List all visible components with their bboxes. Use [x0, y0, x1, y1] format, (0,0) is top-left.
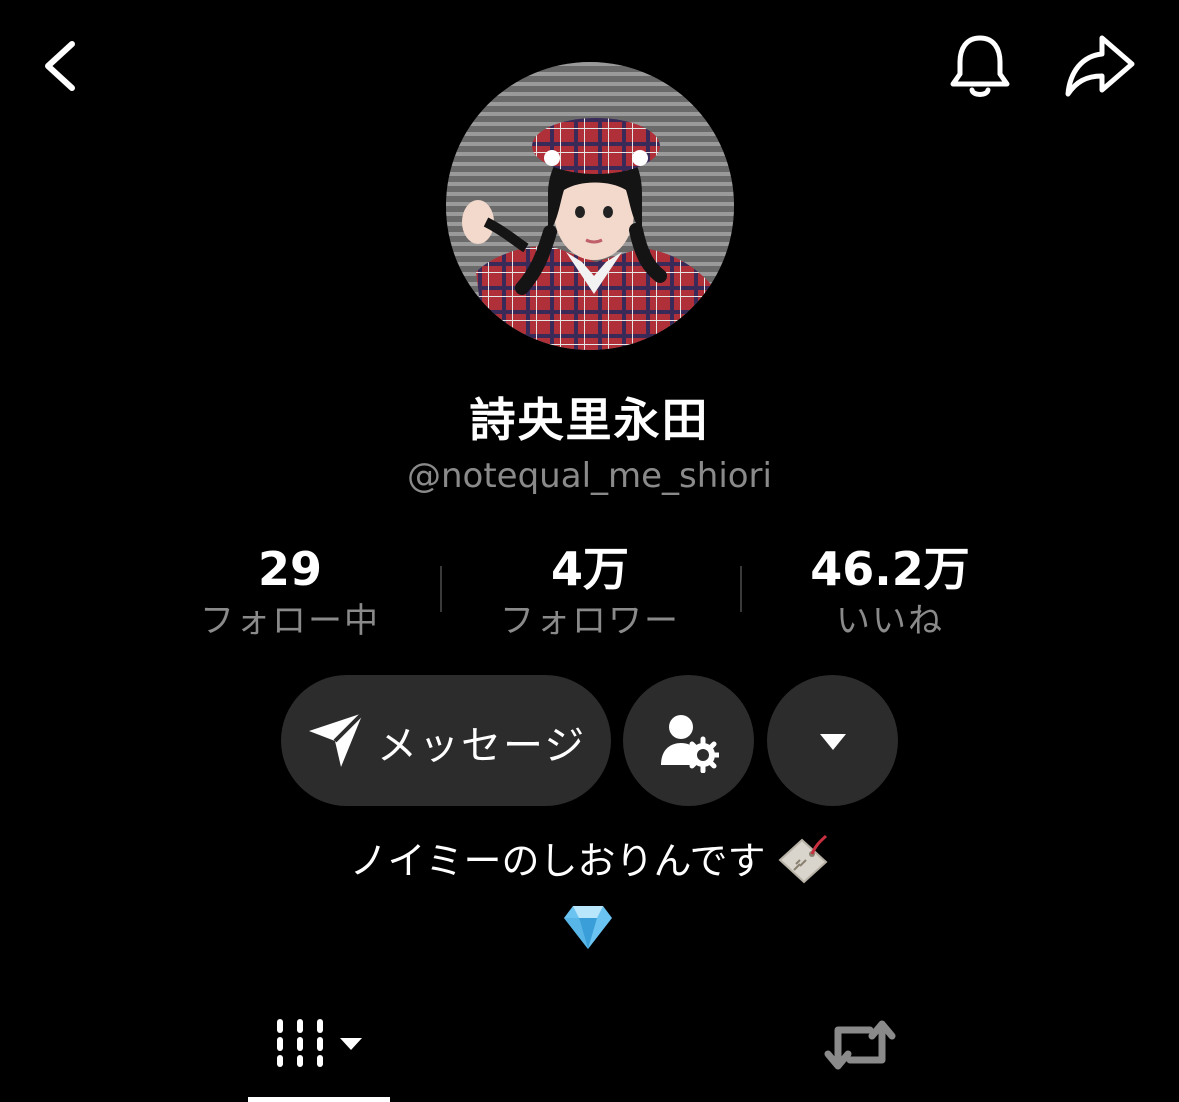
- bio: ノイミーのしおりんです: [0, 830, 1179, 885]
- username[interactable]: @notequal_me_shiori: [0, 456, 1179, 496]
- repost-icon: [824, 1020, 896, 1070]
- stat-followers[interactable]: 4万 フォロワー: [440, 540, 740, 644]
- send-icon: [309, 711, 365, 767]
- stat-likes[interactable]: 46.2万 いいね: [740, 540, 1040, 644]
- message-button[interactable]: メッセージ: [281, 675, 611, 806]
- bell-icon: [950, 35, 1010, 97]
- follow-settings-button[interactable]: [623, 675, 754, 806]
- share-arrow-icon: [1065, 35, 1135, 97]
- followers-count: 4万: [550, 542, 629, 596]
- likes-label: いいね: [836, 601, 944, 641]
- active-tab-indicator: [248, 1097, 390, 1102]
- tab-videos[interactable]: [248, 1000, 390, 1102]
- grid-bars-icon: [277, 1019, 362, 1067]
- notification-bell-button[interactable]: [944, 30, 1016, 102]
- bio-text: ノイミーのしおりんです: [349, 839, 766, 883]
- following-label: フォロー中: [200, 601, 380, 641]
- back-button[interactable]: [36, 36, 92, 96]
- stat-following[interactable]: 29 フォロー中: [140, 540, 440, 644]
- more-options-button[interactable]: [767, 675, 898, 806]
- display-name: 詩央里永田: [469, 393, 710, 447]
- avatar[interactable]: [446, 62, 734, 350]
- avatar-image: [446, 62, 734, 350]
- following-count: 29: [257, 542, 322, 596]
- tab-reposts[interactable]: [810, 1000, 910, 1090]
- caret-down-icon: [820, 734, 846, 750]
- diamond-emoji: [564, 906, 612, 949]
- share-button[interactable]: [1062, 30, 1138, 102]
- message-button-label: メッセージ: [377, 723, 587, 769]
- chevron-left-icon: [45, 41, 75, 91]
- followers-label: フォロワー: [500, 601, 680, 641]
- likes-count: 46.2万: [810, 542, 970, 596]
- profile-page: 詩央里永田 @notequal_me_shiori 29 フォロー中 4万 フォ…: [0, 0, 1179, 1102]
- person-gear-icon: [661, 715, 719, 773]
- tag-emoji: [778, 834, 828, 883]
